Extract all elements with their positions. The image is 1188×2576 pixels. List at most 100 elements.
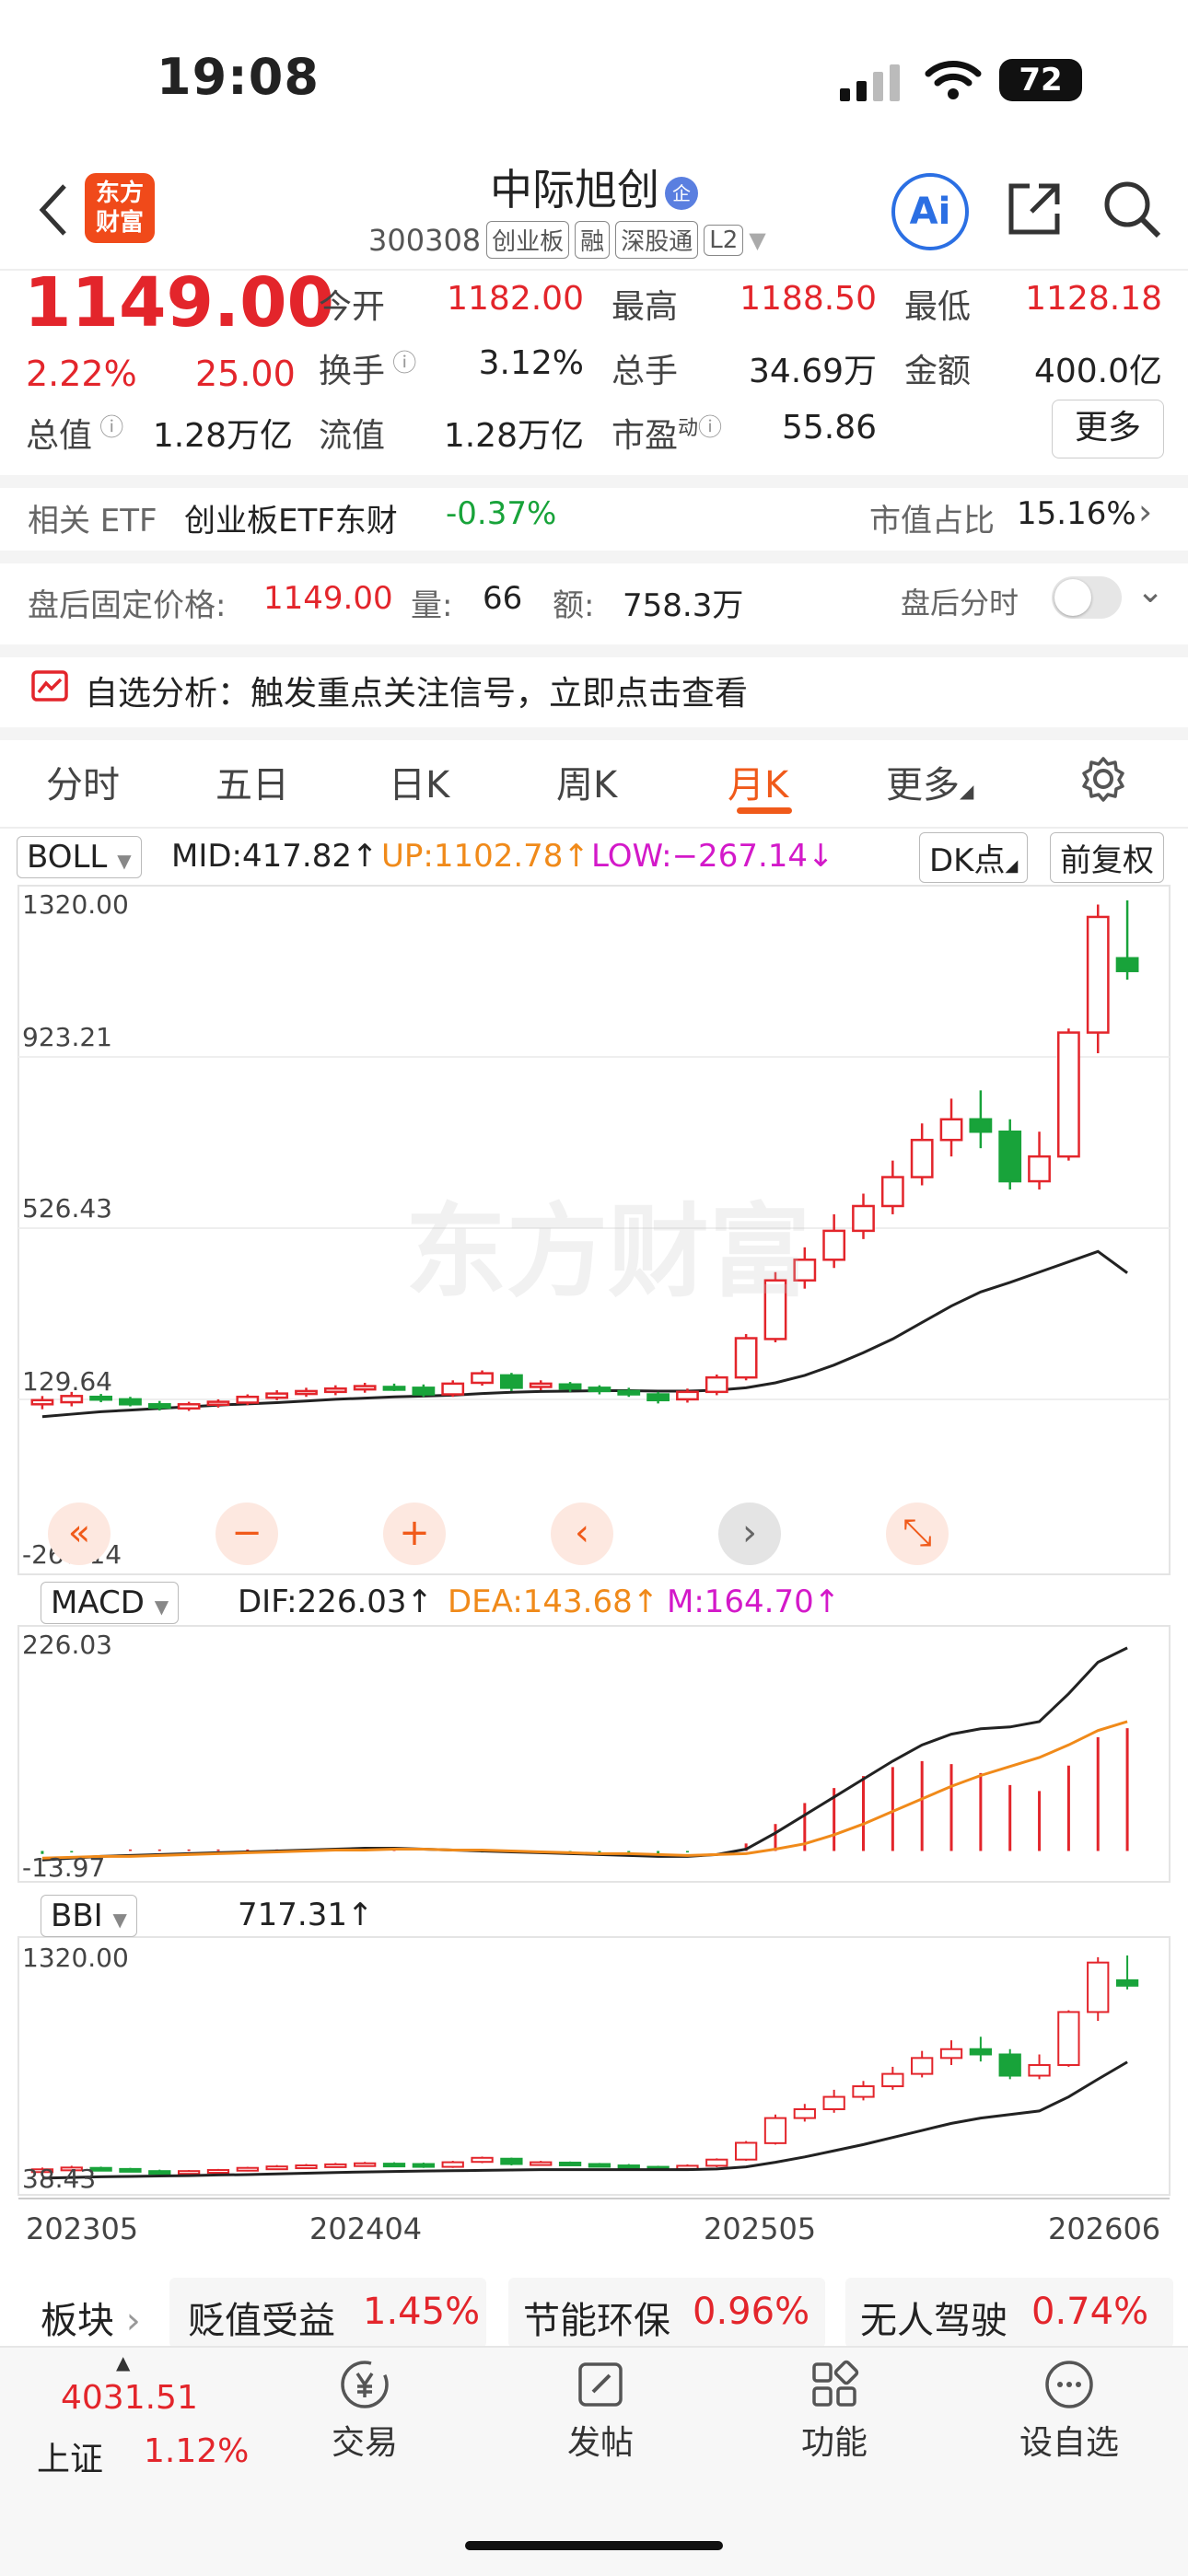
bbi-value: 717.31↑ — [238, 1897, 374, 1933]
scroll-right-button[interactable]: › — [718, 1503, 781, 1565]
index-value: 4031.51 — [61, 2379, 198, 2417]
bbi-candle-body — [177, 2170, 201, 2176]
stock-code-row: 300308 创业板 融 深股通 L2 ▼ — [368, 221, 766, 259]
candle-body — [119, 1398, 142, 1406]
sector-item-1[interactable]: 贬值受益 1.45% — [169, 2278, 486, 2348]
gear-icon[interactable] — [1079, 755, 1127, 803]
bbi-candle-body — [969, 2048, 993, 2056]
caret-down-icon[interactable]: ▼ — [749, 227, 765, 253]
volume-label: 总手 — [611, 353, 679, 390]
macd-dea: DEA:143.68↑ — [448, 1584, 659, 1620]
macd-m: M:164.70↑ — [667, 1584, 841, 1620]
etf-pct: -0.37% — [446, 495, 557, 532]
candle-body — [471, 1372, 494, 1385]
battery-indicator: 72 — [999, 59, 1082, 101]
tab-intraday[interactable]: 分时 — [46, 755, 120, 808]
afterhours-amt: 758.3万 — [623, 587, 744, 624]
sector-item-2[interactable]: 节能环保 0.96% — [508, 2278, 825, 2348]
pe-value: 55.86 — [781, 409, 877, 447]
search-icon[interactable] — [1101, 179, 1162, 239]
float-value: 1.28万亿 — [443, 417, 584, 455]
reset-view-button[interactable]: ⤡ — [886, 1503, 949, 1565]
bbi-candle-body — [1028, 2064, 1051, 2077]
ai-button[interactable]: Ai — [891, 173, 969, 250]
tab-five-day[interactable]: 五日 — [215, 755, 289, 808]
candle-body — [323, 1387, 347, 1394]
boll-y-4: 129.64 — [22, 1366, 112, 1397]
sector-label[interactable]: 板块 › — [41, 2291, 141, 2344]
nav-trade[interactable]: 交易 — [309, 2357, 420, 2464]
candle-body — [382, 1386, 406, 1391]
candle-body — [1028, 1155, 1051, 1183]
etf-row[interactable]: 相关 ETF 创业板ETF东财 -0.37% 市值占比 15.16% › — [0, 488, 1188, 543]
open-label: 今开 — [319, 288, 386, 326]
afterhours-label: 盘后固定价格: — [28, 587, 227, 624]
nav-add-watchlist[interactable]: 设自选 — [1009, 2357, 1129, 2464]
nav-post[interactable]: 发帖 — [545, 2357, 656, 2464]
turnover-label: 换手 ⓘ — [319, 350, 417, 390]
boll-selector[interactable]: BOLL ▼ — [17, 836, 142, 878]
macd-selector[interactable]: MACD ▼ — [41, 1582, 180, 1624]
tab-weekly-k[interactable]: 周K — [556, 755, 617, 808]
bbi-candle-body — [734, 2141, 758, 2161]
bbi-candle-body — [705, 2158, 728, 2167]
info-icon[interactable]: ⓘ — [385, 350, 416, 377]
candle-body — [705, 1375, 728, 1394]
chevron-down-icon[interactable]: ⌄ — [1136, 573, 1164, 610]
candle-body — [295, 1389, 318, 1396]
candle-body — [558, 1383, 582, 1390]
x-label-3: 202505 — [704, 2211, 817, 2246]
afterhours-toggle-label: 盘后分时 — [901, 586, 1019, 621]
bbi-candle-body — [412, 2163, 436, 2168]
tag-l2: L2 — [704, 224, 744, 256]
scroll-left-button[interactable]: ‹ — [551, 1503, 613, 1565]
info-icon[interactable]: ⓘ — [92, 414, 123, 442]
tab-more[interactable]: 更多◢ — [886, 755, 973, 808]
tab-monthly-k[interactable]: 月K — [728, 755, 788, 808]
sector-item-3[interactable]: 无人驾驶 0.74% — [845, 2278, 1173, 2348]
index-ticker[interactable]: ▲ 4031.51 上证 1.12% — [37, 2351, 258, 2486]
low-label: 最低 — [904, 288, 972, 326]
price-adjust-button[interactable]: 前复权 — [1050, 832, 1164, 883]
candle-body — [822, 1229, 846, 1261]
dk-point-button[interactable]: DK点◢ — [919, 832, 1029, 883]
home-indicator — [465, 2541, 723, 2550]
bbi-line — [41, 2060, 1128, 2180]
candle-body — [852, 1204, 875, 1233]
afterhours-amt-label: 额: — [553, 587, 595, 624]
candle-body — [880, 1176, 904, 1208]
share-icon[interactable] — [1004, 179, 1065, 239]
candle-body — [676, 1390, 699, 1401]
candle-body — [1115, 957, 1139, 972]
bbi-candle-body — [500, 2157, 523, 2165]
open-value: 1182.00 — [447, 280, 584, 318]
zoom-out-button[interactable]: − — [215, 1503, 278, 1565]
bbi-candle-body — [441, 2161, 464, 2168]
zoom-in-button[interactable]: + — [383, 1503, 446, 1565]
bbi-candle-body — [939, 2048, 963, 2060]
macd-dea-line — [41, 1720, 1128, 1860]
amount-label: 金额 — [904, 353, 972, 390]
candle-body — [177, 1403, 201, 1410]
nav-functions[interactable]: 功能 — [779, 2357, 890, 2464]
bbi-candle-body — [617, 2164, 640, 2170]
afterhours-toggle[interactable] — [1052, 576, 1122, 619]
boll-mid: MID:417.82↑ — [171, 838, 379, 875]
boll-low: LOW:−267.14↓ — [591, 838, 834, 875]
mcap-label: 总值 ⓘ — [26, 414, 124, 455]
bbi-selector[interactable]: BBI ▼ — [41, 1895, 137, 1937]
bbi-candle-body — [148, 2170, 171, 2176]
tab-daily-k[interactable]: 日K — [389, 755, 449, 808]
yen-trade-icon — [341, 2361, 389, 2408]
scroll-left-fast-button[interactable]: « — [48, 1503, 111, 1565]
candle-body — [910, 1138, 934, 1178]
more-button[interactable]: 更多 — [1052, 400, 1164, 458]
info-icon[interactable]: ⓘ — [698, 414, 722, 442]
nav-trade-label: 交易 — [331, 2424, 398, 2462]
chevron-right-icon: › — [1138, 492, 1153, 532]
bbi-candle-body — [354, 2162, 377, 2167]
bbi-candle-body — [236, 2166, 259, 2172]
analysis-banner[interactable]: 自选分析：触发重点关注信号，立即点击查看 — [85, 667, 748, 714]
low-value: 1128.18 — [1025, 280, 1162, 318]
bbi-candle-body — [1087, 1961, 1110, 2013]
